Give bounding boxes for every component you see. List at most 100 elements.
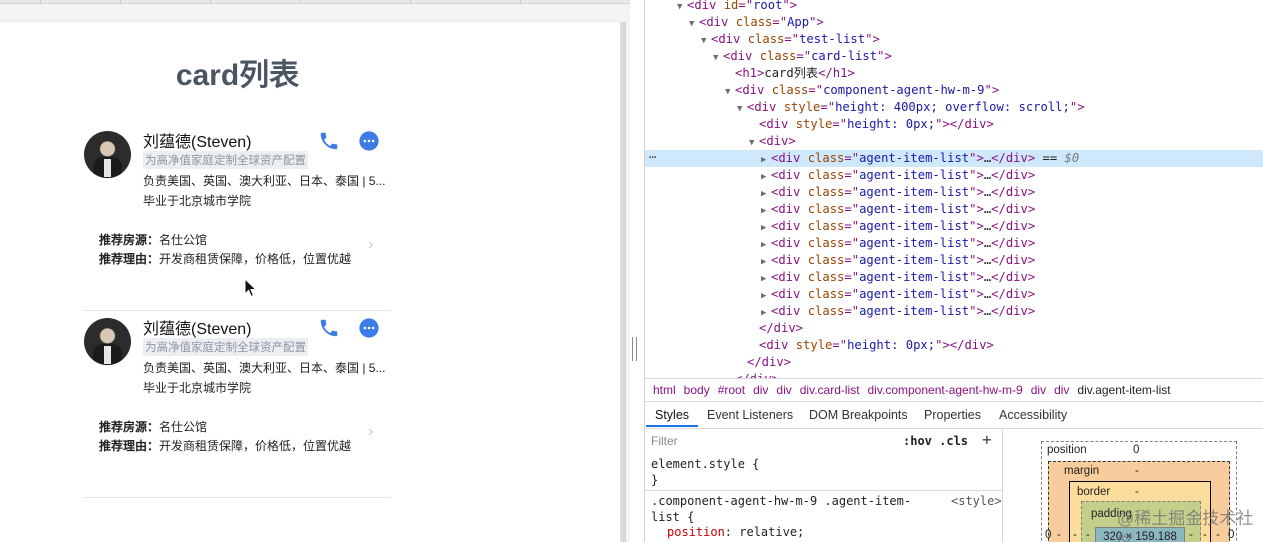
chevron-right-icon[interactable]: › — [368, 423, 373, 441]
agent-description: 负责美国、英国、澳大利亚、日本、泰国 | 5... — [143, 174, 386, 188]
dom-token: agent-item-list — [859, 168, 970, 182]
chat-icon[interactable] — [358, 317, 380, 339]
avatar[interactable] — [84, 318, 131, 365]
dom-node-line[interactable]: ▶ <div class="agent-item-list">…</div> — [645, 303, 1263, 320]
border-left-value[interactable]: - — [1073, 529, 1077, 541]
dom-node-line[interactable]: ▶ <div class="agent-item-list">…</div> — [645, 269, 1263, 286]
agent-name: 刘蕴德(Steven) — [143, 134, 252, 151]
resize-grip-line — [636, 337, 637, 361]
dom-node-line[interactable]: </div> — [645, 354, 1263, 371]
position-left-value[interactable]: 0 — [1045, 529, 1051, 541]
dom-token: =" — [820, 100, 836, 114]
dom-node-line[interactable]: ▼ <div class="test-list"> — [645, 31, 1263, 48]
breadcrumb-item[interactable]: div — [1054, 379, 1069, 401]
position-value[interactable]: 0 — [1133, 444, 1139, 456]
dom-node-line[interactable]: ▶ <div class="agent-item-list">…</div> — [645, 252, 1263, 269]
tab-properties[interactable]: Properties — [924, 402, 981, 428]
style-declaration[interactable]: position: relative; — [667, 525, 804, 539]
chevron-right-icon[interactable]: › — [368, 236, 373, 254]
dom-node-line[interactable]: </div> — [645, 320, 1263, 337]
tab-dom-breakpoints[interactable]: DOM Breakpoints — [809, 402, 908, 428]
dom-token: =" — [796, 49, 812, 63]
dom-token: class — [807, 304, 845, 318]
chat-icon[interactable] — [358, 130, 380, 152]
breadcrumb-item[interactable]: html — [653, 379, 676, 401]
dom-node-line[interactable]: ▶ <div class="agent-item-list">…</div> — [645, 184, 1263, 201]
styles-pane: Filter :hov .cls + element.style { } .co… — [645, 430, 1003, 542]
dom-node-line[interactable]: ▶ <div class="agent-item-list">…</div> ==… — [645, 150, 1263, 167]
border-value[interactable]: - — [1135, 486, 1139, 498]
dom-node-line[interactable]: <h1>card列表</h1> — [645, 65, 1263, 82]
dom-node-line[interactable]: </div> — [645, 371, 1263, 378]
dom-node-line[interactable]: ▼ <div class="card-list"> — [645, 48, 1263, 65]
tab-accessibility[interactable]: Accessibility — [999, 402, 1067, 428]
breadcrumb-item[interactable]: div.card-list — [800, 379, 860, 401]
dom-token: "> — [969, 236, 984, 250]
dom-token: =" — [844, 253, 860, 267]
element-style-close: } — [651, 473, 659, 487]
dom-node-line[interactable]: ▶ <div class="agent-item-list">…</div> — [645, 235, 1263, 252]
tab-event-listeners[interactable]: Event Listeners — [707, 402, 793, 428]
agent-card[interactable]: 刘蕴德(Steven) 为高净值家庭定制全球资产配置 负责美国、英国、澳大利亚、… — [84, 131, 391, 311]
phone-icon[interactable] — [318, 317, 340, 339]
dom-token: <div — [771, 304, 808, 318]
dom-node-line[interactable]: ▼ <div class="component-agent-hw-m-9"> — [645, 82, 1263, 99]
dom-token: class — [807, 287, 845, 301]
dom-node-line[interactable]: ▼ <div style="height: 400px; overflow: sc… — [645, 99, 1263, 116]
border-label: border — [1077, 486, 1111, 498]
dom-node-line[interactable]: <div style="height: 0px;"></div> — [645, 116, 1263, 133]
margin-left-value[interactable]: - — [1057, 529, 1061, 541]
dom-token: </div> — [991, 287, 1036, 301]
element-style-rule[interactable]: element.style { — [651, 457, 759, 471]
agent-tag: 为高净值家庭定制全球资产配置 — [143, 338, 308, 356]
breadcrumb-item[interactable]: #root — [718, 379, 745, 401]
agent-school: 毕业于北京城市学院 — [143, 381, 252, 395]
page-title: card列表 — [175, 59, 300, 92]
breadcrumb-item[interactable]: div — [776, 379, 791, 401]
agent-card[interactable]: 刘蕴德(Steven) 为高净值家庭定制全球资产配置 负责美国、英国、澳大利亚、… — [84, 318, 391, 498]
margin-value[interactable]: - — [1135, 465, 1139, 477]
dom-token: </div> — [991, 270, 1036, 284]
dom-token: "> — [877, 49, 892, 63]
avatar[interactable] — [84, 131, 131, 178]
dom-node-line[interactable]: ▼ <div id="root"> — [645, 0, 1263, 14]
dom-node-line[interactable]: ▼ <div> — [645, 133, 1263, 150]
breadcrumb-item[interactable]: div — [753, 379, 768, 401]
dom-node-line[interactable]: ▶ <div class="agent-item-list">…</div> — [645, 218, 1263, 235]
dom-token: <div — [771, 236, 808, 250]
dom-token: =" — [772, 15, 788, 29]
dom-node-line[interactable]: ▶ <div class="agent-item-list">…</div> — [645, 201, 1263, 218]
dom-token: <div — [759, 117, 796, 131]
panel-resize-handle[interactable] — [632, 337, 638, 361]
dom-token: agent-item-list — [859, 185, 970, 199]
dom-token: "> — [969, 253, 984, 267]
dom-node-line[interactable]: <div style="height: 0px;"></div> — [645, 337, 1263, 354]
elements-dom-tree[interactable]: ▼ <div id="root"> ▼ <div class="App"> ▼ <div … — [645, 0, 1263, 378]
dom-token: "> — [1069, 100, 1085, 114]
dom-token: root — [753, 0, 783, 12]
breadcrumb-item[interactable]: body — [684, 379, 710, 401]
breadcrumb-item[interactable]: div — [1031, 379, 1046, 401]
dom-token: =" — [844, 219, 860, 233]
breadcrumb-item[interactable]: div.component-agent-hw-m-9 — [868, 379, 1023, 401]
dom-token: "> — [782, 0, 798, 12]
dom-token: <div — [699, 15, 736, 29]
dom-node-line[interactable]: ▶ <div class="agent-item-list">…</div> — [645, 167, 1263, 184]
dom-token: =" — [844, 168, 860, 182]
dom-node-line[interactable]: ▶ <div class="agent-item-list">…</div> — [645, 286, 1263, 303]
recommend-source: 推荐房源：名仕公馆 — [99, 418, 207, 435]
breadcrumb-item[interactable]: div.agent-item-list — [1077, 379, 1170, 401]
dom-token: <div — [771, 202, 808, 216]
ruler-tick — [520, 0, 521, 4]
dom-node-line[interactable]: ▼ <div class="App"> — [645, 14, 1263, 31]
dom-token: <div — [771, 287, 808, 301]
new-style-rule-button[interactable]: + — [982, 430, 992, 449]
rule-selector[interactable]: .component-agent-hw-m-9 .agent-item- — [651, 494, 911, 508]
rule-source-link[interactable]: <style> — [951, 494, 1002, 508]
padding-left-value[interactable]: - — [1086, 529, 1090, 541]
dom-token: class — [807, 253, 845, 267]
more-actions-icon[interactable]: ⋯ — [649, 150, 656, 164]
hov-cls-toggle[interactable]: :hov .cls — [903, 434, 968, 448]
phone-icon[interactable] — [318, 130, 340, 152]
styles-filter-input[interactable]: Filter — [651, 434, 678, 448]
